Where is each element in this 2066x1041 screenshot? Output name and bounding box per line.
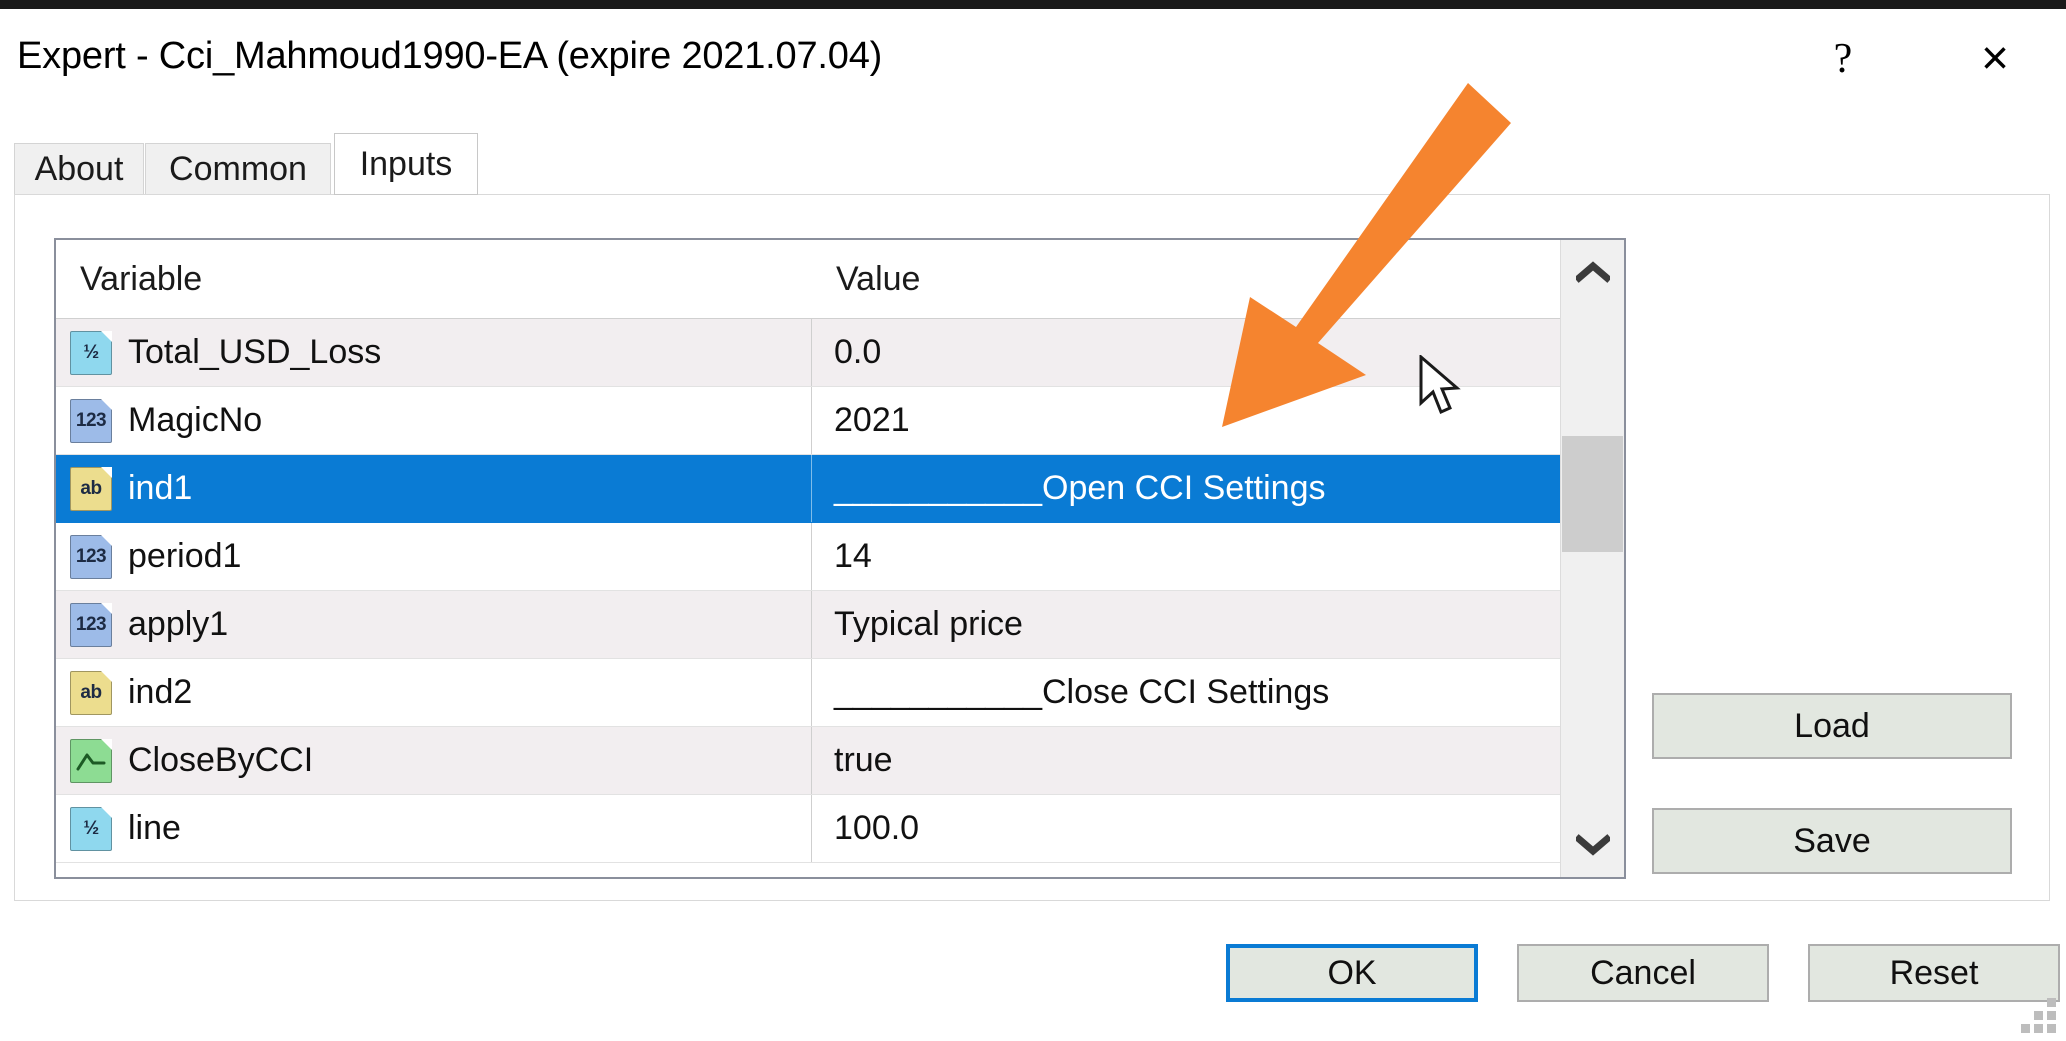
tab-bar: About Common Inputs bbox=[14, 133, 2050, 195]
row-variable-cell: CloseByCCI bbox=[56, 727, 812, 794]
scrollbar-thumb[interactable] bbox=[1562, 436, 1623, 552]
cancel-button[interactable]: Cancel bbox=[1517, 944, 1769, 1002]
row-value-cell[interactable]: 2021 bbox=[812, 387, 1564, 454]
row-variable-cell: ½ line bbox=[56, 795, 812, 862]
row-value-cell[interactable]: true bbox=[812, 727, 1564, 794]
row-value-cell[interactable]: Typical price bbox=[812, 591, 1564, 658]
tab-inputs[interactable]: Inputs bbox=[334, 133, 478, 195]
boolean-variable-icon bbox=[70, 739, 112, 783]
row-variable-cell: ab ind2 bbox=[56, 659, 812, 726]
variable-name: Total_USD_Loss bbox=[128, 333, 381, 372]
row-value-cell[interactable]: 100.0 bbox=[812, 795, 1564, 862]
variable-name: ind2 bbox=[128, 673, 192, 712]
chevron-up-icon bbox=[1576, 261, 1610, 283]
table-row[interactable]: 123 apply1 Typical price bbox=[56, 591, 1564, 659]
table-row[interactable]: CloseByCCI true bbox=[56, 727, 1564, 795]
integer-variable-icon: 123 bbox=[70, 535, 112, 579]
title-bar: Expert - Cci_Mahmoud1990-EA (expire 2021… bbox=[0, 9, 2066, 103]
variable-name: line bbox=[128, 809, 181, 848]
variable-name: period1 bbox=[128, 537, 241, 576]
double-variable-icon: ½ bbox=[70, 807, 112, 851]
variable-name: apply1 bbox=[128, 605, 228, 644]
table-row[interactable]: ab ind2 ___________Close CCI Settings bbox=[56, 659, 1564, 727]
integer-variable-icon: 123 bbox=[70, 399, 112, 443]
scroll-up-button[interactable] bbox=[1561, 240, 1624, 304]
load-button[interactable]: Load bbox=[1652, 693, 2012, 759]
row-variable-cell: ½ Total_USD_Loss bbox=[56, 319, 812, 386]
string-variable-icon: ab bbox=[70, 467, 112, 511]
row-value-cell[interactable]: 14 bbox=[812, 523, 1564, 590]
row-value-cell[interactable]: 0.0 bbox=[812, 319, 1564, 386]
window-title: Expert - Cci_Mahmoud1990-EA (expire 2021… bbox=[17, 35, 882, 78]
scroll-down-button[interactable] bbox=[1561, 813, 1624, 877]
help-button[interactable]: ? bbox=[1793, 18, 1893, 104]
application-window: Expert - Cci_Mahmoud1990-EA (expire 2021… bbox=[0, 0, 2066, 1041]
chevron-down-icon bbox=[1576, 834, 1610, 856]
row-variable-cell: 123 apply1 bbox=[56, 591, 812, 658]
row-variable-cell: 123 period1 bbox=[56, 523, 812, 590]
table-row[interactable]: ½ line 100.0 bbox=[56, 795, 1564, 863]
table-row[interactable]: 123 period1 14 bbox=[56, 523, 1564, 591]
integer-variable-icon: 123 bbox=[70, 603, 112, 647]
save-button[interactable]: Save bbox=[1652, 808, 2012, 874]
grid-header-row: Variable Value bbox=[56, 240, 1564, 319]
window-top-edge bbox=[0, 0, 2066, 9]
resize-grip[interactable] bbox=[2020, 997, 2056, 1033]
variable-name: MagicNo bbox=[128, 401, 262, 440]
variable-name: ind1 bbox=[128, 469, 192, 508]
reset-button[interactable]: Reset bbox=[1808, 944, 2060, 1002]
row-value-cell[interactable]: ___________Close CCI Settings bbox=[812, 659, 1564, 726]
row-value-cell[interactable]: ___________Open CCI Settings bbox=[812, 455, 1564, 522]
column-header-variable[interactable]: Variable bbox=[56, 240, 812, 318]
table-row[interactable]: ½ Total_USD_Loss 0.0 bbox=[56, 319, 1564, 387]
table-row-selected[interactable]: ab ind1 ___________Open CCI Settings bbox=[56, 455, 1564, 523]
variable-name: CloseByCCI bbox=[128, 741, 313, 780]
tab-common[interactable]: Common bbox=[145, 143, 331, 195]
vertical-scrollbar[interactable] bbox=[1560, 240, 1624, 877]
table-row[interactable]: 123 MagicNo 2021 bbox=[56, 387, 1564, 455]
row-variable-cell: 123 MagicNo bbox=[56, 387, 812, 454]
ok-button[interactable]: OK bbox=[1226, 944, 1478, 1002]
question-mark-icon: ? bbox=[1834, 38, 1853, 80]
inputs-grid: Variable Value ½ Total_USD_Loss 0.0 bbox=[54, 238, 1626, 879]
tab-about[interactable]: About bbox=[14, 143, 144, 195]
close-icon: × bbox=[1981, 35, 2009, 83]
row-variable-cell: ab ind1 bbox=[56, 455, 812, 522]
double-variable-icon: ½ bbox=[70, 331, 112, 375]
inputs-grid-body: Variable Value ½ Total_USD_Loss 0.0 bbox=[56, 240, 1564, 877]
close-button[interactable]: × bbox=[1945, 18, 2045, 104]
column-header-value[interactable]: Value bbox=[812, 240, 1564, 318]
string-variable-icon: ab bbox=[70, 671, 112, 715]
